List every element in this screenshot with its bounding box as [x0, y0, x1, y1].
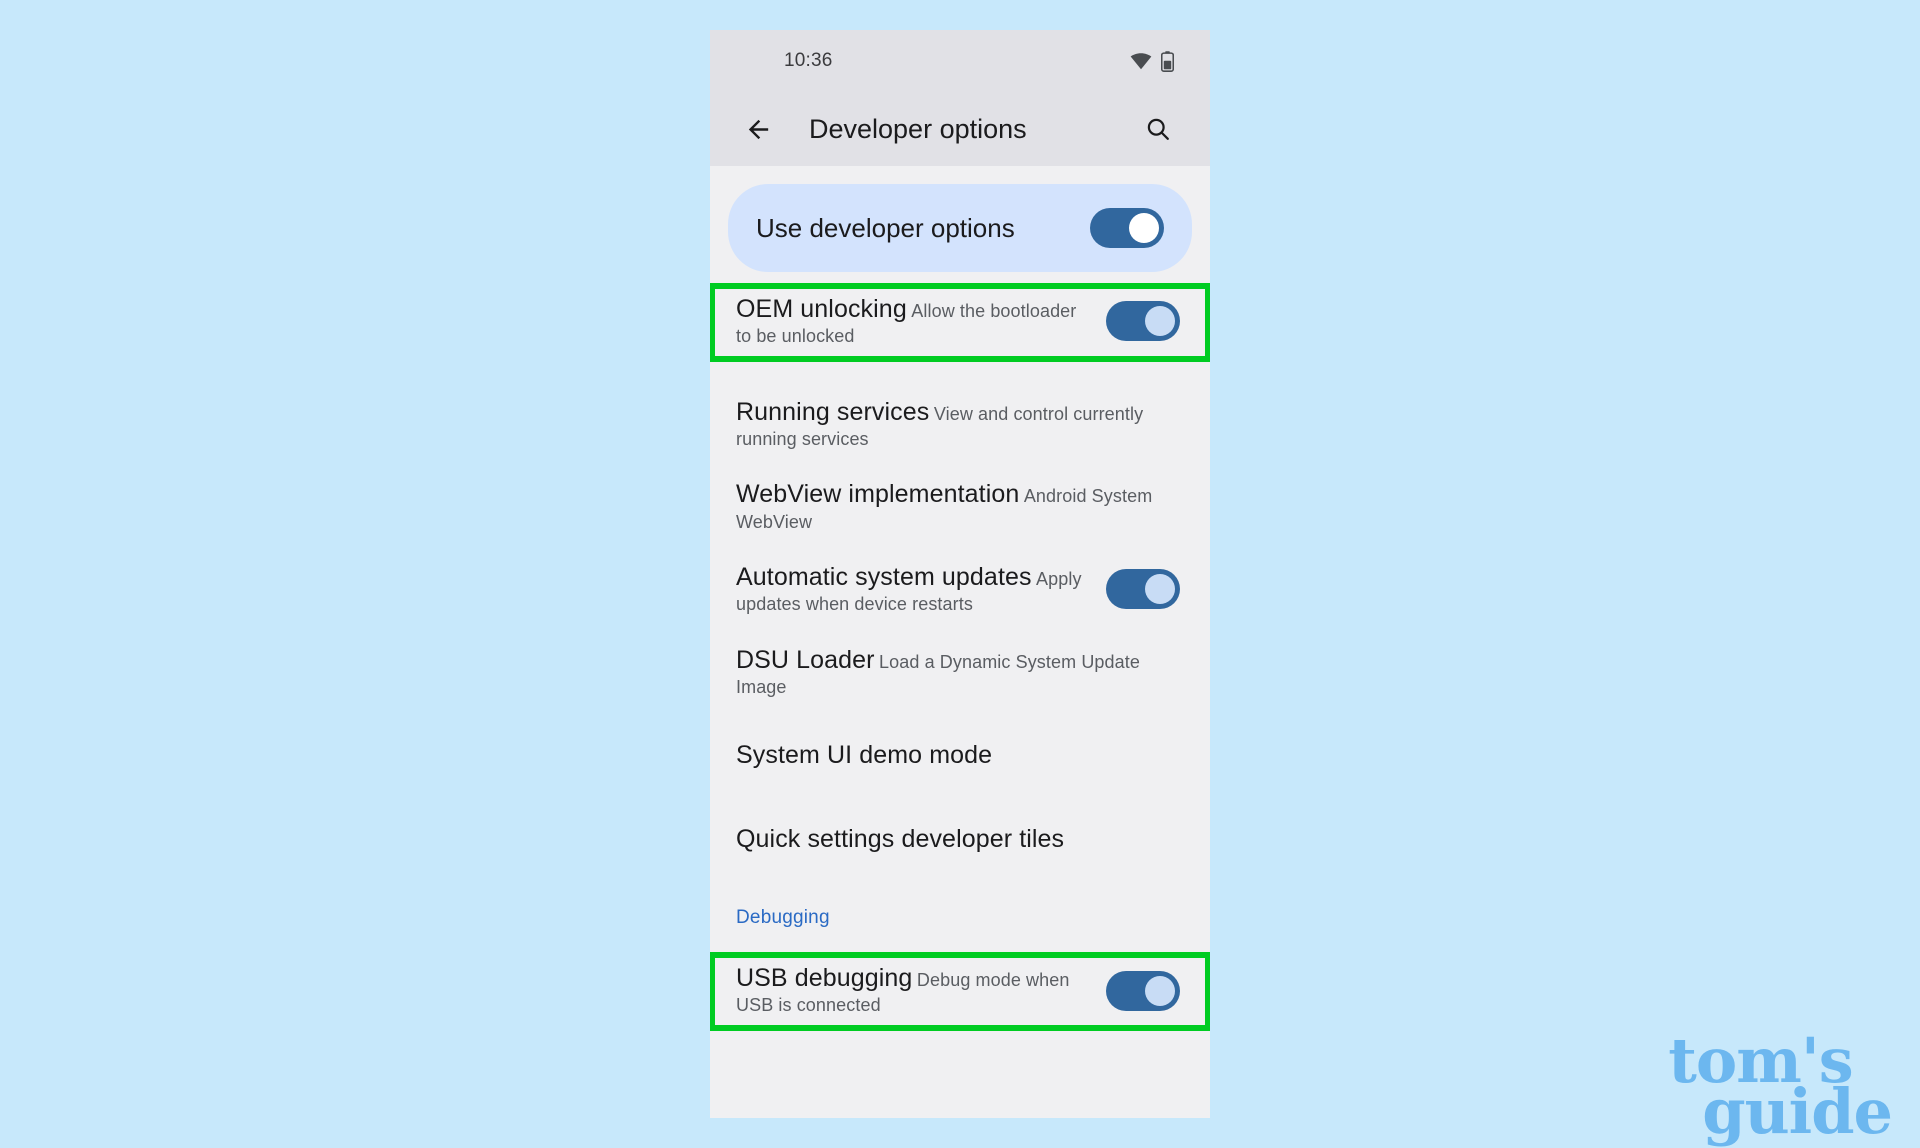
use-developer-options-label: Use developer options: [756, 212, 1015, 243]
oem-unlocking-row[interactable]: OEM unlocking Allow the bootloader to be…: [710, 283, 1210, 362]
app-bar: Developer options: [710, 92, 1210, 166]
quick-settings-developer-tiles-title: Quick settings developer tiles: [736, 824, 1065, 853]
running-services-text: Running services View and control curren…: [736, 397, 1180, 452]
running-services-title: Running services: [736, 397, 930, 426]
system-ui-demo-mode-title: System UI demo mode: [736, 740, 993, 769]
usb-debugging-row[interactable]: USB debugging Debug mode when USB is con…: [710, 952, 1210, 1031]
automatic-system-updates-toggle[interactable]: [1106, 569, 1180, 610]
automatic-system-updates-text: Automatic system updates Apply updates w…: [736, 562, 1088, 617]
search-icon[interactable]: [1134, 105, 1182, 153]
phone-screenshot-frame: 10:36 Developer options Use developer op…: [710, 30, 1210, 1118]
back-arrow-icon[interactable]: [734, 105, 782, 153]
oem-unlocking-title: OEM unlocking: [736, 295, 907, 323]
toggle-knob: [1145, 975, 1175, 1006]
usb-debugging-title: USB debugging: [736, 964, 913, 993]
toms-guide-watermark: tom's guide: [1668, 1030, 1893, 1148]
dsu-loader-row[interactable]: DSU Loader Load a Dynamic System Update …: [710, 631, 1210, 714]
battery-icon: [1161, 50, 1174, 72]
section-header-debugging: Debugging: [736, 907, 830, 929]
toggle-knob: [1129, 213, 1159, 243]
use-developer-options-row[interactable]: Use developer options: [728, 184, 1192, 272]
webview-implementation-title: WebView implementation: [736, 480, 1020, 509]
automatic-system-updates-row[interactable]: Automatic system updates Apply updates w…: [710, 548, 1210, 631]
toggle-knob: [1145, 574, 1175, 605]
quick-settings-developer-tiles-row[interactable]: Quick settings developer tiles: [710, 797, 1210, 881]
quick-settings-developer-tiles-text: Quick settings developer tiles: [736, 824, 1180, 855]
status-bar-icons: [1130, 50, 1174, 72]
automatic-system-updates-title: Automatic system updates: [736, 562, 1032, 591]
usb-debugging-toggle[interactable]: [1106, 970, 1180, 1011]
status-bar: 10:36: [710, 30, 1210, 92]
wifi-icon: [1130, 52, 1152, 70]
oem-unlocking-toggle[interactable]: [1106, 301, 1180, 342]
running-services-row[interactable]: Running services View and control curren…: [710, 383, 1210, 466]
status-bar-clock: 10:36: [784, 50, 833, 71]
system-ui-demo-mode-row[interactable]: System UI demo mode: [710, 713, 1210, 797]
usb-debugging-text: USB debugging Debug mode when USB is con…: [736, 963, 1088, 1018]
use-developer-options-toggle[interactable]: [1090, 208, 1164, 248]
oem-unlocking-text: OEM unlocking Allow the bootloader to be…: [736, 294, 1088, 349]
system-ui-demo-mode-text: System UI demo mode: [736, 740, 1180, 771]
watermark-line-2: guide: [1702, 1075, 1893, 1148]
toggle-knob: [1145, 306, 1175, 337]
dsu-loader-title: DSU Loader: [736, 645, 875, 674]
webview-implementation-text: WebView implementation Android System We…: [736, 479, 1180, 534]
dsu-loader-text: DSU Loader Load a Dynamic System Update …: [736, 645, 1180, 700]
page-title: Developer options: [809, 113, 1027, 144]
settings-list: Use developer options OEM unlocking Allo…: [710, 166, 1210, 1118]
webview-implementation-row[interactable]: WebView implementation Android System We…: [710, 465, 1210, 548]
